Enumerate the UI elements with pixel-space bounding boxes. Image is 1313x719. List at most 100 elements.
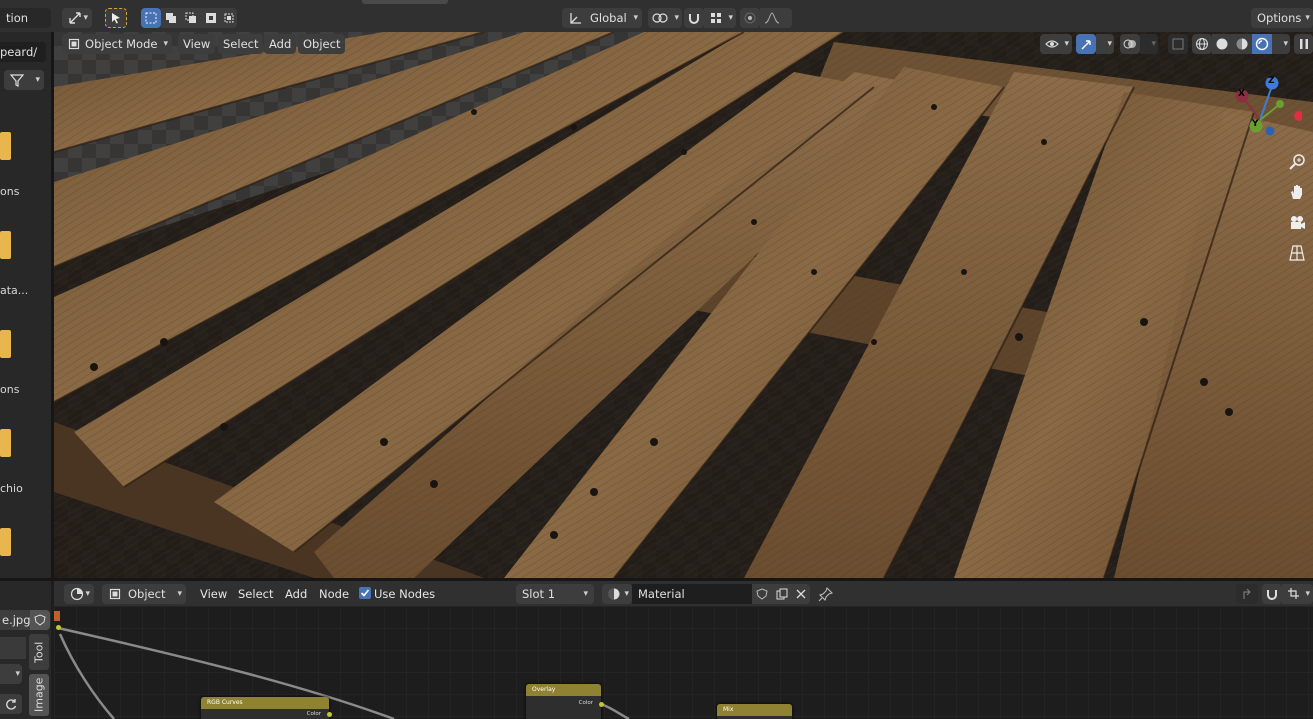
node-header: Mix [717, 704, 792, 716]
node-menu-add[interactable]: Add [279, 584, 313, 604]
pause-icon [1296, 35, 1311, 53]
shading-wireframe-button[interactable] [1192, 34, 1212, 54]
3d-viewport[interactable]: Object Mode ▾ View Select Add Object ▾ ▾ … [54, 32, 1313, 578]
hand-pan-icon[interactable] [1288, 183, 1306, 201]
proportional-edit-toggle[interactable] [740, 8, 760, 28]
output-socket[interactable] [56, 625, 61, 630]
viewport-menu-select[interactable]: Select [218, 34, 264, 54]
shader-type-label: Object [128, 587, 166, 601]
wireframe-sphere-icon [1193, 35, 1211, 53]
menu-label: Object [303, 37, 341, 51]
folder-label[interactable]: ons [0, 383, 51, 396]
node-menu-view[interactable]: View [194, 584, 233, 604]
node-overlay[interactable]: Overlay Color [526, 684, 601, 719]
output-socket[interactable] [327, 712, 332, 717]
tab-tool-label: Tool [32, 641, 46, 663]
xray-toggle[interactable] [1168, 34, 1188, 54]
folder-icon[interactable] [0, 132, 11, 160]
proportional-falloff-dropdown[interactable] [760, 8, 792, 28]
select-new-icon [142, 9, 160, 27]
folder-label[interactable]: ata... [0, 284, 51, 297]
node-snap-dropdown[interactable]: ▾ [1282, 584, 1313, 604]
pivot-point-dropdown[interactable]: ▾ [648, 8, 682, 28]
snap-toggle[interactable] [684, 8, 704, 28]
filter-icon [8, 71, 26, 89]
viewport-menu-view[interactable]: View [178, 34, 216, 54]
folder-icon[interactable] [0, 528, 11, 556]
workspace-tab-label: tion [6, 11, 29, 25]
options-dropdown[interactable]: Options ▾ [1251, 8, 1313, 28]
navigation-gizmo[interactable]: Z X Y [1230, 74, 1302, 144]
viewport-menu-add[interactable]: Add [264, 34, 297, 54]
image-dropdown[interactable]: ▾ [0, 664, 22, 684]
node-rgb-curves[interactable]: RGB Curves Color [201, 697, 329, 719]
select-box-intersect-button[interactable] [221, 8, 237, 28]
folder-label[interactable]: ons [0, 185, 51, 198]
tab-image[interactable]: Image [29, 674, 49, 716]
select-box-subtract-button[interactable] [181, 8, 201, 28]
shader-editor-icon [68, 585, 85, 603]
browse-material-dropdown[interactable]: ▾ [602, 584, 632, 604]
shading-material-button[interactable] [1232, 34, 1252, 54]
overlays-toggle[interactable] [1120, 34, 1140, 54]
material-slot-dropdown[interactable]: Slot 1 ▾ [516, 584, 594, 604]
filter-dropdown[interactable]: ▾ [4, 70, 44, 90]
image-editor-panel: e.jpg ▾ Tool Image [0, 581, 51, 719]
tab-tool[interactable]: Tool [29, 634, 49, 670]
editor-type-dropdown[interactable]: ▾ [64, 584, 94, 604]
shading-solid-button[interactable] [1212, 34, 1232, 54]
pin-icon[interactable] [818, 586, 834, 602]
node-menu-select[interactable]: Select [232, 584, 279, 604]
material-sphere-icon [1233, 35, 1251, 53]
folder-icon[interactable] [0, 231, 11, 259]
material-sphere-icon [605, 585, 623, 603]
unlink-material-button[interactable] [792, 584, 810, 604]
menu-label: Add [269, 37, 292, 51]
folder-icon[interactable] [0, 429, 11, 457]
parent-node-tree-button[interactable] [1236, 584, 1258, 604]
transform-orientation-dropdown[interactable]: Global ▾ [562, 8, 642, 28]
output-socket[interactable] [599, 702, 604, 707]
gizmo-dropdown[interactable]: ▾ [1096, 34, 1114, 54]
select-tool-button[interactable] [105, 8, 127, 28]
material-name-field[interactable]: Material [632, 584, 752, 604]
select-subtract-icon [182, 9, 200, 27]
gizmo-toggle[interactable] [1076, 34, 1096, 54]
node-editor-canvas[interactable]: RGB Curves Color Overlay Color Mix [54, 606, 1313, 719]
options-label: Options [1257, 11, 1302, 25]
node-snap-toggle[interactable] [1262, 584, 1282, 604]
transform-tool-button[interactable]: ▾ [62, 8, 92, 28]
interaction-mode-dropdown[interactable]: Object Mode ▾ [62, 34, 172, 54]
image-name-field[interactable]: e.jpg [0, 610, 31, 630]
zoom-icon[interactable] [1288, 153, 1306, 171]
select-box-new-button[interactable] [141, 8, 161, 28]
shader-type-dropdown[interactable]: Object ▾ [102, 584, 186, 604]
select-intersect-icon [222, 9, 236, 27]
select-box-extend-button[interactable] [161, 8, 181, 28]
select-box-invert-button[interactable] [201, 8, 221, 28]
reload-image-button[interactable] [0, 694, 22, 714]
overlays-dropdown[interactable]: ▾ [1140, 34, 1158, 54]
fake-user-toggle[interactable] [752, 584, 772, 604]
directory-path-field[interactable]: peard/ [0, 42, 46, 62]
viewport-menu-object[interactable]: Object [298, 34, 346, 54]
proportional-edit-icon [741, 9, 759, 27]
snap-target-dropdown[interactable]: ▾ [704, 8, 736, 28]
image-fake-user-toggle[interactable] [30, 610, 50, 630]
folder-icon[interactable] [0, 330, 11, 358]
perspective-grid-icon[interactable] [1288, 244, 1306, 262]
shading-rendered-button[interactable] [1252, 34, 1272, 54]
duplicate-material-button[interactable] [772, 584, 792, 604]
camera-icon[interactable] [1288, 214, 1306, 232]
overlays-icon [1121, 35, 1139, 53]
visibility-dropdown[interactable]: ▾ [1040, 34, 1072, 54]
use-nodes-label[interactable]: Use Nodes [368, 584, 441, 604]
node-mix[interactable]: Mix [717, 704, 792, 719]
file-browser-panel: peard/ ▾ ons ata... ons chio [0, 32, 51, 580]
folder-label[interactable]: chio [0, 482, 51, 495]
workspace-tab[interactable]: tion [0, 8, 51, 28]
sidebar-toggle[interactable] [1294, 34, 1313, 54]
shading-dropdown[interactable]: ▾ [1272, 34, 1290, 54]
header-bar: tion ▾ Global ▾ ▾ ▾ Options ▾ [0, 0, 1313, 32]
node-menu-node[interactable]: Node [313, 584, 355, 604]
